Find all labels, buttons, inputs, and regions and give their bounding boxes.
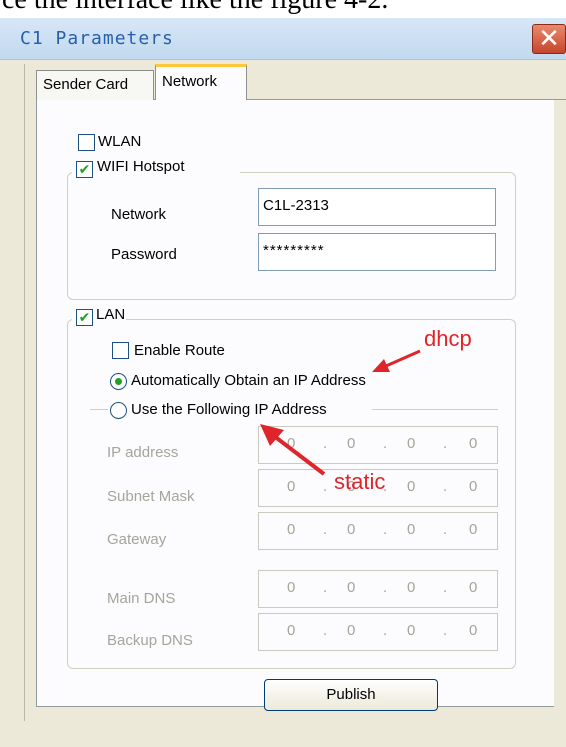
annotation-arrows (260, 349, 421, 476)
dhcp-annotation: dhcp (424, 326, 472, 351)
publish-button[interactable]: Publish (264, 679, 438, 711)
dhcp-arrow-line (385, 349, 421, 368)
static-annotation: static (334, 469, 386, 494)
static-arrow-line (272, 434, 326, 476)
